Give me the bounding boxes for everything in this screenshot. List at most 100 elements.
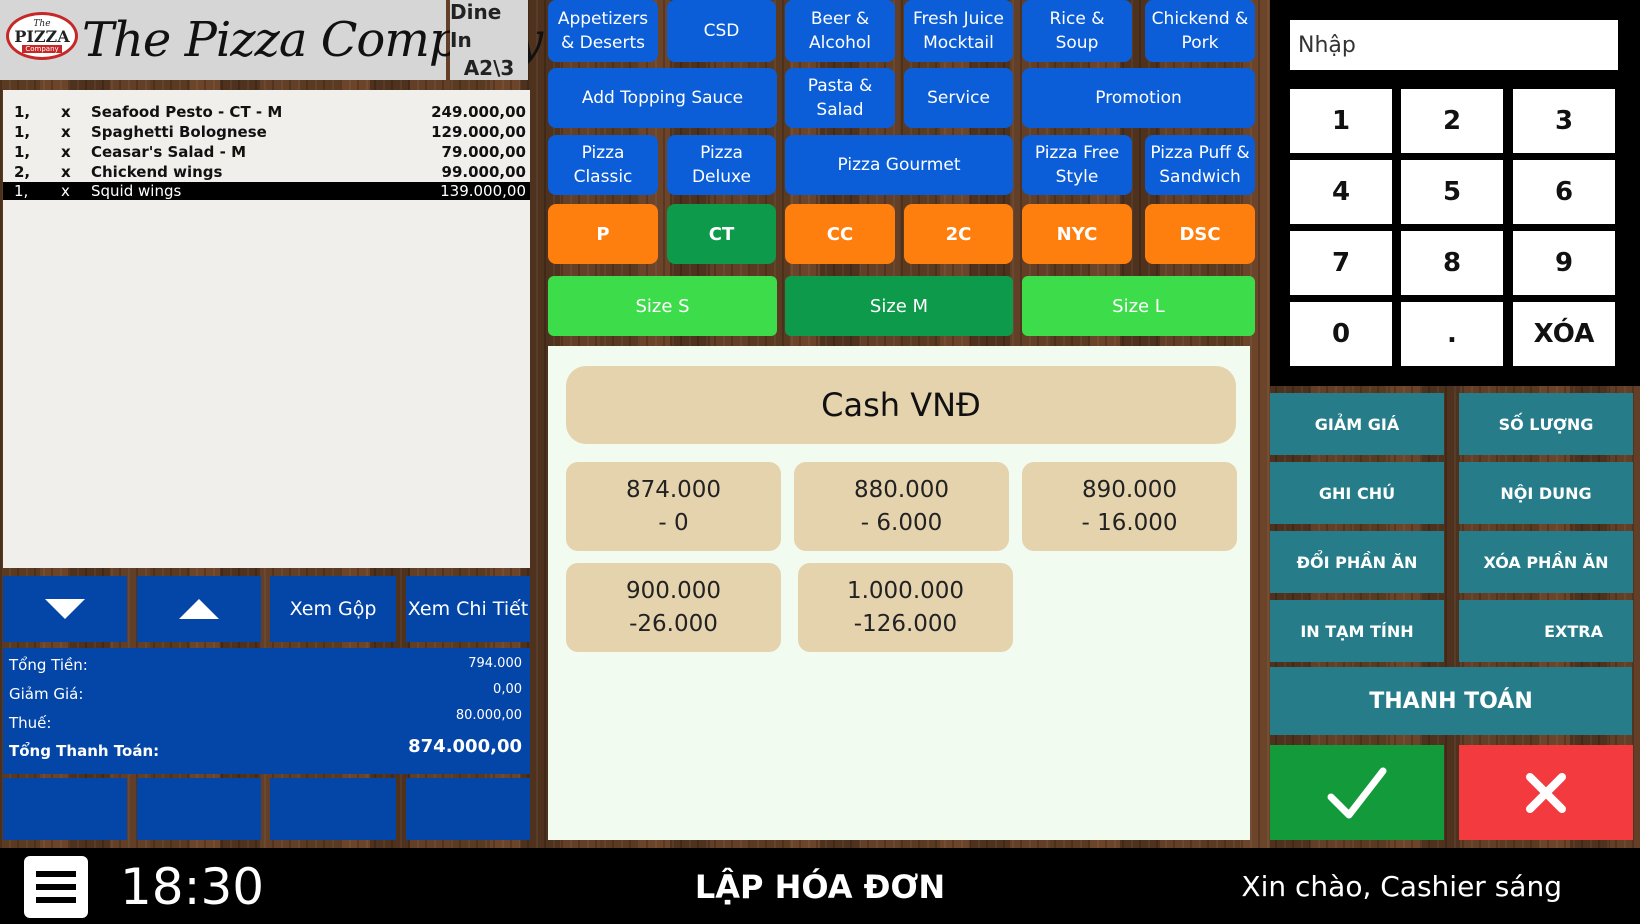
clock: 18:30 [120,858,265,916]
cash-option[interactable]: 900.000 -26.000 [566,563,781,652]
order-item-price: 139.000,00 [440,182,526,200]
xem-gop-button[interactable]: Xem Gộp [270,576,396,642]
key-clear[interactable]: XÓA [1513,302,1615,366]
numpad-input[interactable] [1290,20,1618,70]
order-item-name: Spaghetti Bolognese [91,123,267,141]
size-m-button[interactable]: Size M [785,276,1013,336]
checkout-button[interactable]: THANH TOÁN [1270,667,1632,735]
tax-value: 80.000,00 [455,708,522,723]
category-pizza-free-style[interactable]: Pizza Free Style [1022,135,1132,195]
category-promotion[interactable]: Promotion [1022,68,1255,128]
print-bill-button[interactable]: IN TẠM TÍNH [1270,600,1444,662]
discount-button[interactable]: GIẢM GIÁ [1270,393,1444,455]
category-appetizers[interactable]: Appetizers & Deserts [548,0,658,62]
crust-nyc-button[interactable]: NYC [1022,204,1132,264]
arrow-down-icon [45,599,85,619]
content-button[interactable]: NỘI DUNG [1459,462,1633,524]
crust-ct-button[interactable]: CT [667,204,776,264]
order-row[interactable]: 1, x Spaghetti Bolognese 129.000,00 [3,122,530,142]
key-decimal[interactable]: . [1401,302,1503,366]
confirm-button[interactable] [1270,745,1444,840]
category-pizza-puff[interactable]: Pizza Puff & Sandwich [1145,135,1255,195]
key-7[interactable]: 7 [1290,231,1392,295]
key-9[interactable]: 9 [1513,231,1615,295]
order-item-price: 249.000,00 [431,103,526,121]
order-row-selected[interactable]: 1, x Squid wings 139.000,00 [3,182,530,200]
category-pizza-gourmet[interactable]: Pizza Gourmet [785,135,1013,195]
category-juice[interactable]: Fresh Juice Mocktail [904,0,1013,62]
user-greeting: Xin chào, Cashier sáng [1241,870,1562,903]
category-rice[interactable]: Rice & Soup [1022,0,1132,62]
subtotal-row: Tổng Tiền: 794.000 [9,656,522,676]
totals-panel: Tổng Tiền: 794.000 Giảm Giá: 0,00 Thuế: … [3,648,530,774]
discount-label: Giảm Giá: [9,685,84,703]
category-chicken[interactable]: Chickend & Pork [1145,0,1255,62]
scroll-up-button[interactable] [137,576,261,642]
key-5[interactable]: 5 [1401,160,1503,224]
cash-change: -26.000 [629,610,718,637]
pizza-company-logo: The PIZZA Company [6,12,78,60]
blank-button[interactable] [270,778,396,840]
quantity-button[interactable]: SỐ LƯỢNG [1459,393,1633,455]
order-item-name: Chickend wings [91,163,223,181]
order-item-name: Ceasar's Salad - M [91,143,247,161]
order-row[interactable]: 1, x Seafood Pesto - CT - M 249.000,00 [3,102,530,122]
cash-change: -126.000 [853,610,958,637]
change-item-button[interactable]: ĐỔI PHẦN ĂN [1270,531,1444,593]
subtotal-value: 794.000 [468,656,522,671]
crust-p-button[interactable]: P [548,204,658,264]
cash-option[interactable]: 1.000.000 -126.000 [798,563,1013,652]
key-8[interactable]: 8 [1401,231,1503,295]
cash-option[interactable]: 880.000 - 6.000 [794,462,1009,551]
key-4[interactable]: 4 [1290,160,1392,224]
key-0[interactable]: 0 [1290,302,1392,366]
cash-change: - 16.000 [1081,509,1178,536]
subtotal-label: Tổng Tiền: [9,656,88,674]
blank-button[interactable] [137,778,261,840]
crust-2c-button[interactable]: 2C [904,204,1013,264]
crust-dsc-button[interactable]: DSC [1145,204,1255,264]
category-pizza-deluxe[interactable]: Pizza Deluxe [667,135,776,195]
cash-amount: 1.000.000 [846,577,965,604]
blank-button[interactable] [3,778,127,840]
xem-chi-tiet-button[interactable]: Xem Chi Tiết [406,576,530,642]
order-row[interactable]: 2, x Chickend wings 99.000,00 [3,162,530,182]
order-qty: 2, [14,163,31,181]
blank-button[interactable] [406,778,530,840]
category-csd[interactable]: CSD [667,0,776,62]
close-icon [1526,772,1566,813]
key-2[interactable]: 2 [1401,89,1503,153]
extra-button[interactable]: EXTRA [1459,600,1633,662]
size-s-button[interactable]: Size S [548,276,777,336]
arrow-up-icon [179,599,219,619]
category-topping[interactable]: Add Topping Sauce [548,68,777,128]
table-number: A2\3 [463,56,515,80]
cash-option[interactable]: 874.000 - 0 [566,462,781,551]
grand-total-label: Tổng Thanh Toán: [9,742,160,760]
cash-option[interactable]: 890.000 - 16.000 [1022,462,1237,551]
brand-title: The Pizza Company [82,12,543,68]
size-l-button[interactable]: Size L [1022,276,1255,336]
category-pasta[interactable]: Pasta & Salad [785,68,895,128]
order-x: x [61,123,71,141]
hamburger-menu-icon [36,897,76,903]
category-beer[interactable]: Beer & Alcohol [785,0,895,62]
cash-amount: 880.000 [853,476,950,503]
category-pizza-classic[interactable]: Pizza Classic [548,135,658,195]
order-item-price: 129.000,00 [431,123,526,141]
delete-item-button[interactable]: XÓA PHẦN ĂN [1459,531,1633,593]
menu-button[interactable] [24,856,88,918]
note-button[interactable]: GHI CHÚ [1270,462,1444,524]
category-service[interactable]: Service [904,68,1013,128]
order-item-name: Seafood Pesto - CT - M [91,103,283,121]
key-6[interactable]: 6 [1513,160,1615,224]
cash-amount: 874.000 [625,476,722,503]
scroll-down-button[interactable] [3,576,127,642]
key-3[interactable]: 3 [1513,89,1615,153]
cancel-button[interactable] [1459,745,1633,840]
crust-cc-button[interactable]: CC [785,204,895,264]
key-1[interactable]: 1 [1290,89,1392,153]
order-x: x [61,163,71,181]
order-row[interactable]: 1, x Ceasar's Salad - M 79.000,00 [3,142,530,162]
check-icon [1327,767,1387,818]
